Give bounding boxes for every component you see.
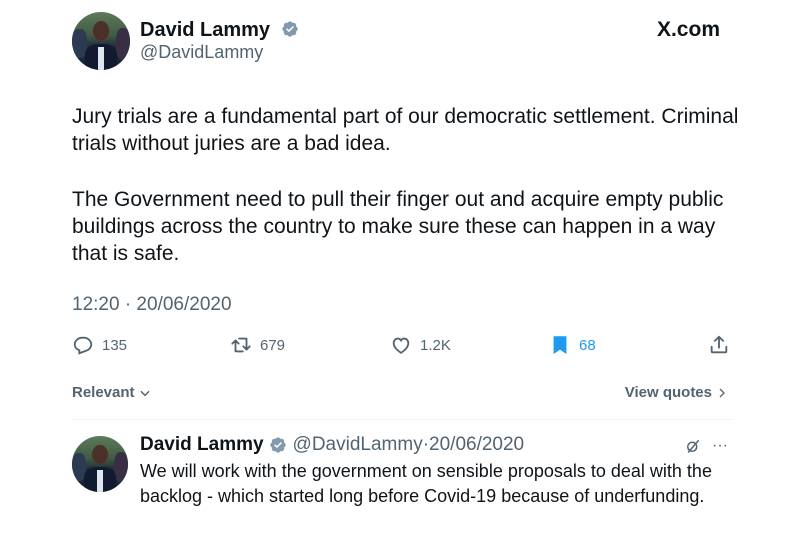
view-quotes-link[interactable]: View quotes xyxy=(625,384,728,401)
reply-icon xyxy=(73,336,93,355)
view-quotes-label: View quotes xyxy=(624,384,712,401)
reply-button[interactable]: 135 xyxy=(72,334,127,356)
verified-badge-icon xyxy=(281,21,298,37)
tweet-paragraph-2: The Government need to pull their finger… xyxy=(72,188,724,265)
retweet-button[interactable]: 679 xyxy=(230,334,285,356)
author-name[interactable]: David Lammy xyxy=(140,19,270,41)
reply-text: We will work with the government on sens… xyxy=(140,461,712,506)
divider xyxy=(72,419,732,420)
share-icon xyxy=(710,335,728,354)
reply-author-handle[interactable]: @DavidLammy xyxy=(293,434,423,456)
tweet-paragraph-1: Jury trials are a fundamental part of ou… xyxy=(72,105,739,155)
reply-author-name[interactable]: David Lammy xyxy=(140,434,264,456)
reply-date[interactable]: 20/06/2020 xyxy=(429,434,524,456)
more-icon[interactable]: ··· xyxy=(712,437,728,455)
bookmark-icon xyxy=(553,336,567,355)
share-button[interactable] xyxy=(708,334,730,356)
reply-header: David Lammy @DavidLammy · 20/06/2020 xyxy=(140,434,524,456)
author-avatar[interactable] xyxy=(72,12,130,70)
verified-badge-icon xyxy=(269,437,286,453)
retweet-count: 679 xyxy=(260,336,286,354)
chevron-down-icon xyxy=(139,390,150,396)
reply-count: 135 xyxy=(102,336,128,354)
sort-label: Relevant xyxy=(72,384,135,401)
grok-icon[interactable] xyxy=(684,437,702,455)
like-button[interactable]: 1.2K xyxy=(390,334,451,356)
bookmark-count: 68 xyxy=(579,336,596,354)
chevron-right-icon xyxy=(719,388,725,397)
sort-relevant-dropdown[interactable]: Relevant xyxy=(72,384,152,401)
like-icon xyxy=(392,337,410,354)
author-name-row[interactable]: David Lammy xyxy=(140,19,299,42)
reply-header-actions: ··· xyxy=(684,437,728,455)
retweet-icon xyxy=(231,337,251,353)
tweet-timestamp[interactable]: 12:20 · 20/06/2020 xyxy=(72,294,232,316)
bookmark-button[interactable]: 68 xyxy=(549,334,596,356)
reply-author-avatar[interactable] xyxy=(72,436,128,492)
like-count: 1.2K xyxy=(420,336,451,354)
source-label: X.com xyxy=(656,18,720,41)
author-handle[interactable]: @DavidLammy xyxy=(140,42,263,63)
